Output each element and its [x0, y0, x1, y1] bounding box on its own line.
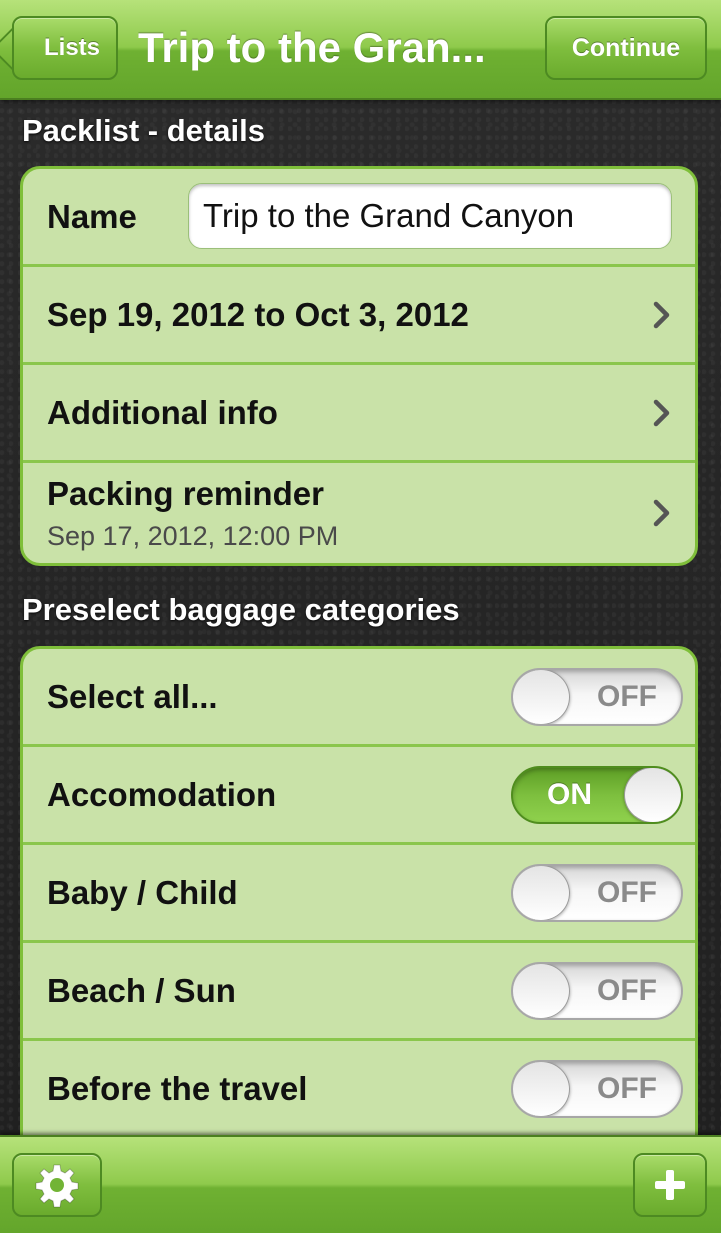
chevron-right-icon — [653, 301, 670, 329]
continue-button[interactable]: Continue — [545, 16, 707, 80]
category-label: Select all... — [47, 678, 218, 715]
toggle-knob — [624, 768, 681, 822]
select-all-toggle[interactable]: OFF — [511, 668, 683, 726]
name-row: Name Trip to the Grand Canyon — [23, 169, 695, 267]
back-to-lists-button[interactable]: Lists — [12, 16, 118, 80]
toggle-knob — [513, 866, 570, 920]
category-label: Before the travel — [47, 1070, 308, 1107]
details-section-header: Packlist - details — [22, 113, 265, 148]
categories-group: Select all... OFF Accomodation ON Baby /… — [20, 646, 698, 1166]
date-range-row[interactable]: Sep 19, 2012 to Oct 3, 2012 — [23, 267, 695, 365]
toggle-knob — [513, 1062, 570, 1116]
toggle-state: OFF — [597, 1072, 657, 1105]
packing-reminder-value: Sep 17, 2012, 12:00 PM — [47, 521, 339, 551]
bottom-toolbar — [0, 1135, 721, 1233]
accomodation-toggle[interactable]: ON — [511, 766, 683, 824]
name-input[interactable]: Trip to the Grand Canyon — [188, 183, 672, 249]
category-label: Baby / Child — [47, 874, 238, 911]
navigation-bar: Lists Trip to the Gran... Continue — [0, 0, 721, 100]
packing-reminder-label: Packing reminder — [47, 475, 324, 512]
additional-info-row[interactable]: Additional info — [23, 365, 695, 463]
toggle-state: ON — [547, 778, 592, 811]
category-row: Accomodation ON — [23, 747, 695, 845]
plus-icon — [655, 1170, 685, 1200]
categories-section-header: Preselect baggage categories — [22, 592, 460, 627]
toggle-state: OFF — [597, 876, 657, 909]
category-row: Baby / Child OFF — [23, 845, 695, 943]
category-row: Before the travel OFF — [23, 1041, 695, 1139]
beach-sun-toggle[interactable]: OFF — [511, 962, 683, 1020]
chevron-right-icon — [653, 399, 670, 427]
before-the-travel-toggle[interactable]: OFF — [511, 1060, 683, 1118]
gear-icon — [35, 1164, 79, 1208]
baby-child-toggle[interactable]: OFF — [511, 864, 683, 922]
add-button[interactable] — [633, 1153, 707, 1217]
toggle-state: OFF — [597, 680, 657, 713]
toggle-knob — [513, 670, 570, 724]
details-group: Name Trip to the Grand Canyon Sep 19, 20… — [20, 166, 698, 566]
toggle-knob — [513, 964, 570, 1018]
toggle-state: OFF — [597, 974, 657, 1007]
date-range-label: Sep 19, 2012 to Oct 3, 2012 — [47, 296, 469, 333]
category-row: Beach / Sun OFF — [23, 943, 695, 1041]
category-row: Select all... OFF — [23, 649, 695, 747]
additional-info-label: Additional info — [47, 394, 278, 431]
settings-button[interactable] — [12, 1153, 102, 1217]
page-title: Trip to the Gran... — [138, 24, 486, 71]
packing-reminder-row[interactable]: Packing reminder Sep 17, 2012, 12:00 PM — [23, 463, 695, 561]
category-label: Accomodation — [47, 776, 277, 813]
chevron-right-icon — [653, 499, 670, 527]
name-label: Name — [47, 198, 137, 235]
category-label: Beach / Sun — [47, 972, 236, 1009]
